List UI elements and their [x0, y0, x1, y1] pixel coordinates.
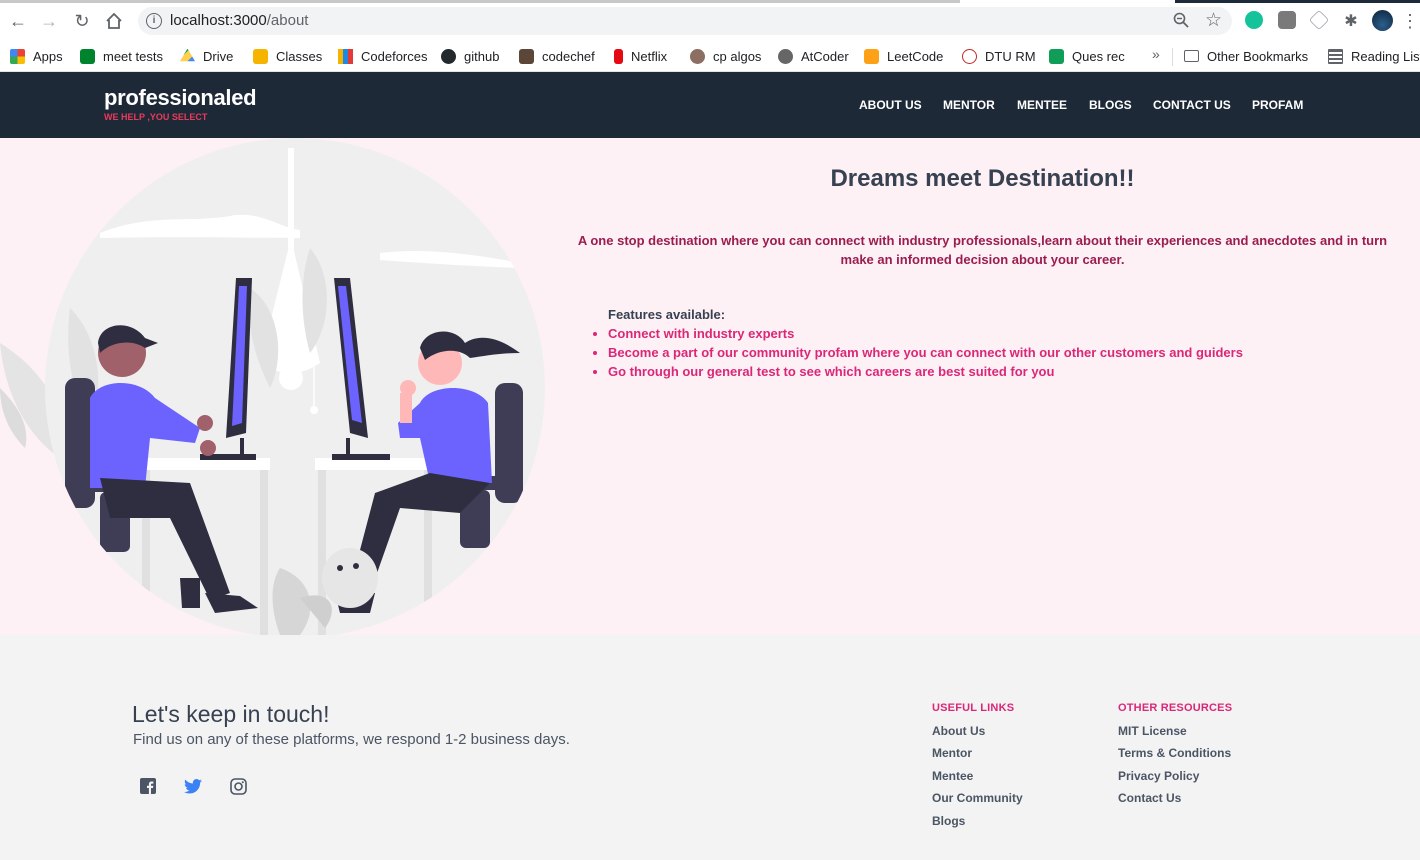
- bookmark-apps[interactable]: Apps: [10, 47, 63, 65]
- twitter-icon[interactable]: [182, 775, 204, 797]
- nav-blogs[interactable]: BLOGS: [1089, 98, 1132, 112]
- feature-item: Become a part of our community profam wh…: [608, 343, 1243, 362]
- nav-profam[interactable]: PROFAM: [1252, 98, 1303, 112]
- facebook-icon[interactable]: [137, 775, 159, 797]
- folder-icon: [1184, 50, 1199, 62]
- leetcode-icon: [864, 48, 879, 64]
- footer-title: Let's keep in touch!: [132, 701, 330, 727]
- reading-list-icon: [1328, 48, 1343, 64]
- bookmark-meet-tests[interactable]: meet tests: [80, 47, 163, 65]
- forward-arrow-icon[interactable]: →: [38, 10, 60, 32]
- cp-algos-icon: [690, 48, 705, 64]
- bookmark-classes[interactable]: Classes: [253, 47, 322, 65]
- codechef-icon: [519, 48, 534, 64]
- nav-mentee[interactable]: MENTEE: [1017, 98, 1067, 112]
- brand-tagline: WE HELP ,YOU SELECT: [104, 112, 208, 122]
- github-icon: [441, 48, 456, 64]
- browser-toolbar: ← → ↻ i localhost:3000/about ☆ ✱ ⋮: [0, 0, 1420, 40]
- tab-strip-edge: [0, 0, 960, 3]
- atcoder-icon: [778, 48, 793, 64]
- features-label: Features available:: [608, 307, 726, 322]
- bookmark-reading-list[interactable]: Reading List: [1328, 47, 1420, 65]
- bookmark-github[interactable]: github: [441, 47, 499, 65]
- bookmark-ques-rec[interactable]: Ques rec: [1049, 47, 1125, 65]
- bookmark-codechef[interactable]: codechef: [519, 47, 595, 65]
- bookmark-other-bookmarks[interactable]: Other Bookmarks: [1184, 47, 1308, 65]
- browser-menu-icon[interactable]: ⋮: [1401, 10, 1419, 32]
- instagram-icon[interactable]: [227, 775, 249, 797]
- extension-diamond-icon[interactable]: [1308, 9, 1330, 31]
- bookmark-atcoder[interactable]: AtCoder: [778, 47, 849, 65]
- bookmark-cp-algos[interactable]: cp algos: [690, 47, 761, 65]
- hero-section: Dreams meet Destination!! A one stop des…: [0, 138, 1420, 635]
- profile-avatar[interactable]: [1372, 10, 1393, 31]
- footer-subtitle: Find us on any of these platforms, we re…: [133, 731, 570, 748]
- footer-link-mentee[interactable]: Mentee: [932, 769, 973, 783]
- apps-grid-icon: [10, 48, 25, 64]
- puzzle-extensions-icon[interactable]: ✱: [1340, 10, 1362, 32]
- site-footer: Let's keep in touch! Find us on any of t…: [0, 635, 1420, 860]
- hero-title: Dreams meet Destination!!: [830, 165, 1135, 192]
- home-icon[interactable]: [103, 10, 125, 32]
- url-text[interactable]: localhost:3000/about: [170, 12, 308, 29]
- tab-strip-edge-right: [1175, 0, 1420, 3]
- dtu-icon: [962, 48, 977, 64]
- other-resources-heading: OTHER RESOURCES: [1118, 702, 1233, 714]
- bookmark-codeforces[interactable]: Codeforces: [338, 47, 427, 65]
- nav-about-us[interactable]: ABOUT US: [859, 98, 922, 112]
- hero-description: A one stop destination where you can con…: [577, 233, 1388, 267]
- footer-link-about-us[interactable]: About Us: [932, 724, 985, 738]
- nav-mentor[interactable]: MENTOR: [943, 98, 995, 112]
- footer-link-terms[interactable]: Terms & Conditions: [1118, 746, 1231, 760]
- drive-icon: [180, 48, 195, 62]
- codeforces-icon: [338, 48, 353, 64]
- features-list: Connect with industry experts Become a p…: [608, 324, 1243, 381]
- footer-link-our-community[interactable]: Our Community: [932, 791, 1023, 805]
- reload-icon[interactable]: ↻: [71, 10, 93, 32]
- netflix-icon: [614, 48, 623, 64]
- extension-icon[interactable]: [1278, 11, 1296, 29]
- people-at-computers-illustration: [0, 138, 545, 635]
- sheets-icon: [1049, 48, 1064, 64]
- bookmark-drive[interactable]: Drive: [180, 47, 233, 65]
- bookmark-star-icon[interactable]: ☆: [1205, 9, 1222, 32]
- footer-link-privacy-policy[interactable]: Privacy Policy: [1118, 769, 1199, 783]
- address-bar[interactable]: i localhost:3000/about ☆: [138, 7, 1232, 35]
- bookmarks-bar: Apps meet tests Drive Classes Codeforces…: [0, 40, 1420, 72]
- brand-logo[interactable]: professionaled WE HELP ,YOU SELECT: [104, 85, 257, 123]
- grammarly-extension-icon[interactable]: [1245, 11, 1263, 29]
- bookmark-dtu-rm[interactable]: DTU RM: [962, 47, 1036, 65]
- classroom-icon: [253, 48, 268, 64]
- bookmarks-divider: [1172, 48, 1173, 66]
- feature-item: Go through our general test to see which…: [608, 362, 1243, 381]
- nav-contact-us[interactable]: CONTACT US: [1153, 98, 1231, 112]
- bookmark-leetcode[interactable]: LeetCode: [864, 47, 943, 65]
- footer-link-mit-license[interactable]: MIT License: [1118, 724, 1187, 738]
- site-navbar: professionaled WE HELP ,YOU SELECT ABOUT…: [0, 72, 1420, 138]
- site-info-icon[interactable]: i: [146, 13, 162, 29]
- back-arrow-icon[interactable]: ←: [7, 10, 29, 32]
- footer-link-contact-us[interactable]: Contact Us: [1118, 791, 1181, 805]
- feature-item: Connect with industry experts: [608, 324, 1243, 343]
- useful-links-heading: USEFUL LINKS: [932, 702, 1015, 714]
- zoom-icon[interactable]: [1173, 12, 1189, 33]
- bookmarks-overflow-chevron[interactable]: »: [1152, 46, 1160, 62]
- footer-link-blogs[interactable]: Blogs: [932, 814, 965, 828]
- bookmark-netflix[interactable]: Netflix: [614, 47, 667, 65]
- footer-link-mentor[interactable]: Mentor: [932, 746, 972, 760]
- brand-name: professionaled: [104, 85, 257, 110]
- meet-icon: [80, 48, 95, 64]
